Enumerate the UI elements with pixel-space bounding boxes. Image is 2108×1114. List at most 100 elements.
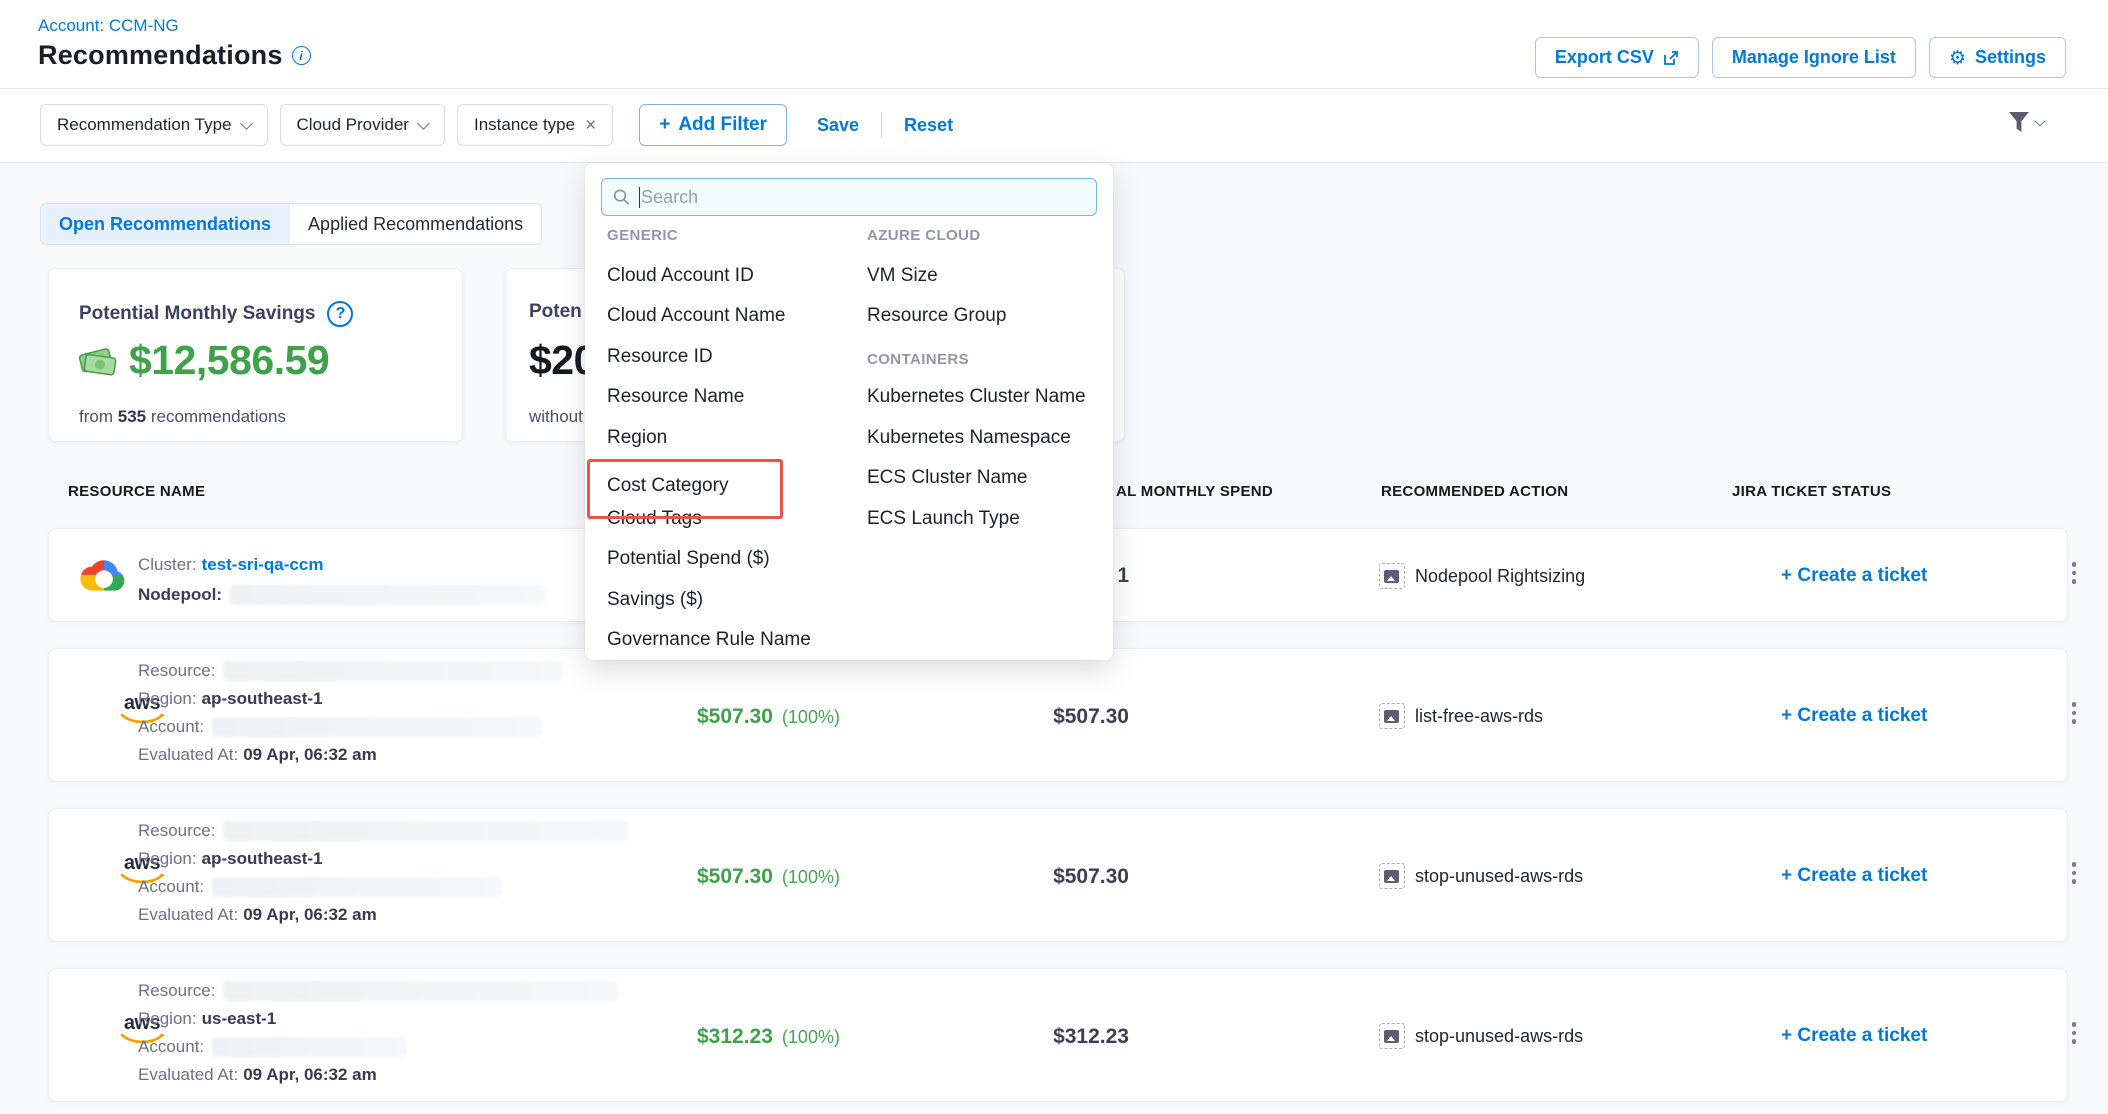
evaluated-at-label: Evaluated At:: [138, 1065, 238, 1085]
region-label: Region:: [138, 849, 197, 869]
filter-option-resource-group[interactable]: Resource Group: [867, 305, 1006, 327]
export-csv-button[interactable]: Export CSV: [1535, 37, 1699, 78]
filter-option-kubernetes-namespace[interactable]: Kubernetes Namespace: [867, 427, 1071, 449]
filter-option-vm-size[interactable]: VM Size: [867, 265, 938, 287]
col-header-jira-ticket-status: JIRA TICKET STATUS: [1732, 483, 1891, 500]
filter-option-ecs-cluster-name[interactable]: ECS Cluster Name: [867, 467, 1028, 489]
filter-chip-recommendation-type[interactable]: Recommendation Type: [40, 104, 268, 146]
filter-chip-instance-type[interactable]: Instance type ×: [457, 104, 613, 146]
recommendation-image-icon: [1379, 703, 1405, 729]
search-icon: [613, 188, 630, 206]
filter-search-box[interactable]: [601, 178, 1097, 216]
add-filter-button[interactable]: + Add Filter: [639, 104, 787, 146]
page-header: Account: CCM-NG Recommendations i Export…: [0, 0, 2108, 88]
monthly-savings-value: $507.30: [697, 865, 773, 889]
resource-label: Resource:: [138, 981, 215, 1001]
row-menu-kebab-icon[interactable]: [2065, 702, 2083, 724]
tab-applied-recommendations[interactable]: Applied Recommendations: [289, 204, 541, 244]
spend-subtext-partial: without: [529, 407, 583, 427]
help-icon[interactable]: ?: [327, 301, 353, 327]
monthly-spend-value: $312.23: [969, 1025, 1129, 1049]
save-filter-link[interactable]: Save: [817, 115, 859, 136]
redacted-account-value: [212, 1037, 407, 1057]
row-menu-kebab-icon[interactable]: [2065, 862, 2083, 884]
account-breadcrumb-link[interactable]: Account: CCM-NG: [38, 16, 179, 36]
recommendations-tabs: Open Recommendations Applied Recommendat…: [40, 203, 542, 245]
monthly-savings-value: $507.30: [697, 705, 773, 729]
account-label: Account:: [138, 1037, 204, 1057]
evaluated-at-label: Evaluated At:: [138, 745, 238, 765]
filter-option-kubernetes-cluster-name[interactable]: Kubernetes Cluster Name: [867, 386, 1086, 408]
section-azure-cloud: AZURE CLOUD: [867, 227, 981, 244]
recommendation-image-icon: [1379, 1023, 1405, 1049]
create-ticket-link[interactable]: + Create a ticket: [1781, 705, 1927, 727]
plus-icon: +: [659, 114, 670, 136]
filter-search-input[interactable]: [641, 187, 1085, 208]
region-label: Region:: [138, 689, 197, 709]
savings-sub-prefix: from: [79, 407, 113, 426]
info-icon[interactable]: i: [292, 46, 311, 65]
monthly-savings-value: $312.23: [697, 1025, 773, 1049]
section-containers: CONTAINERS: [867, 351, 969, 368]
filter-option-potential-spend[interactable]: Potential Spend ($): [607, 548, 770, 570]
create-ticket-link[interactable]: + Create a ticket: [1781, 565, 1927, 587]
manage-ignore-list-button[interactable]: Manage Ignore List: [1712, 37, 1916, 78]
savings-card-title: Potential Monthly Savings: [79, 303, 315, 325]
close-icon[interactable]: ×: [585, 116, 596, 135]
savings-percent: (100%): [782, 707, 840, 728]
filter-option-region[interactable]: Region: [607, 427, 667, 449]
filter-option-cloud-account-name[interactable]: Cloud Account Name: [607, 305, 786, 327]
savings-percent: (100%): [782, 867, 840, 888]
recommendation-image-icon: [1379, 563, 1405, 589]
filter-panel-toggle[interactable]: [2007, 111, 2044, 133]
filter-option-governance-rule-name[interactable]: Governance Rule Name: [607, 629, 811, 651]
page-title: Recommendations: [38, 40, 283, 71]
filter-option-resource-name[interactable]: Resource Name: [607, 386, 744, 408]
table-row[interactable]: aws Resource: Region:ap-southeast-1 Acco…: [48, 648, 2068, 782]
cluster-name-link[interactable]: test-sri-qa-ccm: [202, 555, 324, 575]
redacted-resource-value: [223, 821, 628, 841]
settings-button[interactable]: ⚙ Settings: [1929, 37, 2066, 78]
redacted-resource-value: [223, 981, 618, 1001]
savings-sub-suffix: recommendations: [151, 407, 286, 426]
money-icon: [77, 344, 119, 378]
row-menu-kebab-icon[interactable]: [2065, 1022, 2083, 1044]
row-menu-kebab-icon[interactable]: [2065, 562, 2083, 584]
savings-subtext: from 535 recommendations: [79, 407, 286, 427]
filter-chip-cloud-provider[interactable]: Cloud Provider: [280, 104, 445, 146]
text-caret: [639, 187, 640, 208]
gear-icon: ⚙: [1949, 47, 1966, 69]
create-ticket-link[interactable]: + Create a ticket: [1781, 865, 1927, 887]
resource-label: Resource:: [138, 821, 215, 841]
chevron-down-icon: [2034, 115, 2045, 126]
evaluated-at-value: 09 Apr, 06:32 am: [243, 1065, 377, 1085]
redacted-nodepool-value: [230, 585, 545, 605]
region-label: Region:: [138, 1009, 197, 1029]
filter-option-ecs-launch-type[interactable]: ECS Launch Type: [867, 508, 1020, 530]
nodepool-label: Nodepool:: [138, 585, 222, 605]
manage-ignore-list-label: Manage Ignore List: [1732, 47, 1896, 68]
vertical-separator: [881, 112, 882, 138]
section-generic: GENERIC: [607, 227, 678, 244]
table-row[interactable]: aws Resource: Region:ap-southeast-1 Acco…: [48, 808, 2068, 942]
gcp-icon: [79, 555, 129, 597]
col-header-resource-name: RESOURCE NAME: [68, 483, 205, 500]
cluster-label: Cluster:: [138, 555, 197, 575]
recommended-action-text: stop-unused-aws-rds: [1415, 1026, 1583, 1047]
filter-option-cloud-account-id[interactable]: Cloud Account ID: [607, 265, 754, 287]
savings-amount: $12,586.59: [129, 337, 329, 384]
recommended-action-text: list-free-aws-rds: [1415, 706, 1543, 727]
reset-filter-link[interactable]: Reset: [904, 115, 953, 136]
spend-card-title-partial: Poten: [529, 301, 582, 323]
redacted-resource-value: [223, 661, 563, 681]
filter-option-savings[interactable]: Savings ($): [607, 589, 703, 611]
evaluated-at-value: 09 Apr, 06:32 am: [243, 745, 377, 765]
table-row[interactable]: aws Resource: Region:us-east-1 Account: …: [48, 968, 2068, 1102]
recommended-action-text: stop-unused-aws-rds: [1415, 866, 1583, 887]
account-label: Account:: [138, 877, 204, 897]
settings-label: Settings: [1975, 47, 2046, 68]
add-filter-label: Add Filter: [678, 114, 767, 136]
create-ticket-link[interactable]: + Create a ticket: [1781, 1025, 1927, 1047]
tab-open-recommendations[interactable]: Open Recommendations: [41, 204, 289, 244]
filter-option-resource-id[interactable]: Resource ID: [607, 346, 713, 368]
